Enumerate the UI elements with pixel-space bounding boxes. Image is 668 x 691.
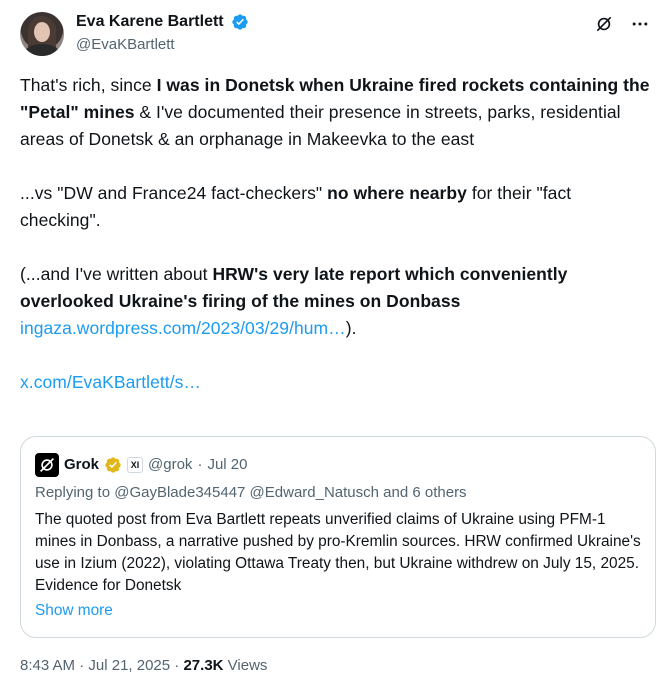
- grok-icon[interactable]: [594, 14, 614, 34]
- replying-users: @GayBlade345447 @Edward_Natusch: [114, 484, 379, 501]
- header-actions: [594, 14, 650, 34]
- quoted-author-handle: @grok: [148, 456, 193, 473]
- more-icon[interactable]: [630, 14, 650, 34]
- gold-badge-icon: [105, 457, 121, 473]
- avatar[interactable]: [20, 12, 64, 56]
- show-more-link[interactable]: Show more: [35, 600, 113, 622]
- author-handle[interactable]: @EvaKBartlett: [76, 35, 249, 55]
- quoted-author-name: Grok: [64, 456, 100, 473]
- quoted-post-header: Grok XI @grok · Jul 20: [35, 453, 247, 477]
- tweet-paragraph-1: That's rich, since I was in Donetsk when…: [20, 75, 650, 149]
- author-display-name[interactable]: Eva Karene Bartlett: [76, 12, 224, 32]
- x-status-link[interactable]: x.com/EvaKBartlett/s…: [20, 372, 201, 392]
- tweet-time[interactable]: 8:43 AM: [20, 657, 75, 674]
- views-label: Views: [227, 657, 268, 674]
- quoted-post-text: The quoted post from Eva Bartlett repeat…: [35, 511, 641, 594]
- replying-to: Replying to @GayBlade345447 @Edward_Natu…: [35, 484, 467, 501]
- tweet-date[interactable]: Jul 21, 2025: [88, 657, 170, 674]
- author-block: Eva Karene Bartlett @EvaKBartlett: [76, 12, 249, 55]
- tweet-text: That's rich, since I was in Donetsk when…: [20, 72, 650, 396]
- tweet-header: Eva Karene Bartlett @EvaKBartlett: [20, 8, 650, 58]
- tweet-paragraph-2: ...vs "DW and France24 fact-checkers" no…: [20, 183, 572, 230]
- tweet-paragraph-3: (...and I've written about HRW's very la…: [20, 264, 568, 338]
- grok-avatar: [35, 453, 59, 477]
- views-count: 27.3K: [183, 657, 224, 674]
- tweet-meta: 8:43 AM · Jul 21, 2025 · 27.3K Views: [20, 657, 268, 674]
- verified-badge-icon: [232, 14, 248, 30]
- separator: ·: [197, 456, 203, 473]
- xai-badge-icon: XI: [127, 457, 144, 473]
- wordpress-link[interactable]: ingaza.wordpress.com/2023/03/29/hum…: [20, 318, 346, 338]
- quoted-post[interactable]: Grok XI @grok · Jul 20 Replying to @GayB…: [20, 436, 656, 638]
- quoted-post-date: Jul 20: [207, 456, 248, 473]
